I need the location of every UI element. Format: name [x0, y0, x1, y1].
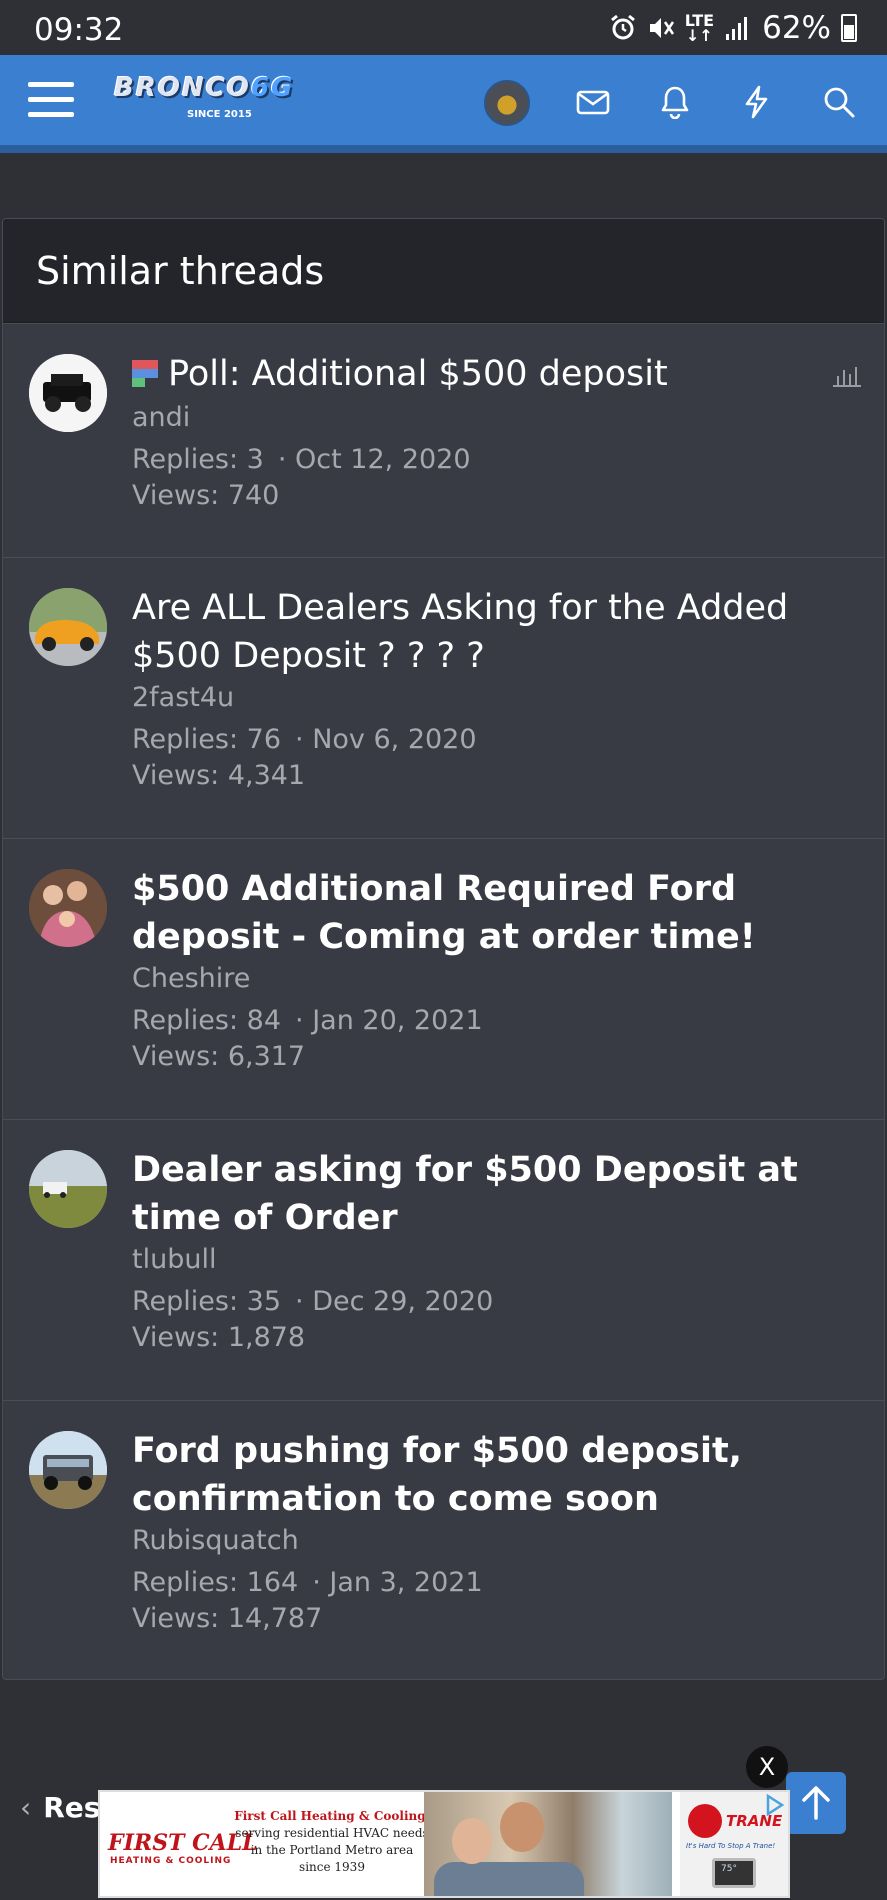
thread-date: Jan 20, 2021 [312, 1005, 483, 1036]
battery-icon [841, 14, 857, 42]
thread-views: Views: 6,317 [132, 1041, 306, 1072]
thread-item[interactable]: Ford pushing for $500 deposit, confirmat… [3, 1400, 884, 1679]
thread-title[interactable]: Are ALL Dealers Asking for the Added $50… [132, 584, 862, 680]
bolt-icon[interactable] [740, 85, 774, 119]
mute-vibrate-icon [649, 18, 674, 38]
scroll-to-top-button[interactable] [786, 1772, 846, 1834]
jeep-photo-icon [29, 354, 107, 432]
alarm-icon [610, 14, 635, 40]
chevron-left-icon: ‹ [20, 1791, 32, 1824]
thread-views: Views: 4,341 [132, 760, 306, 791]
logo-since: SINCE 2015 [187, 109, 252, 120]
thread-author-avatar[interactable] [29, 869, 107, 947]
thread-item[interactable]: $500 Additional Required Ford deposit - … [3, 838, 884, 1119]
thread-author-avatar[interactable] [29, 1150, 107, 1228]
thread-date: Oct 12, 2020 [295, 444, 471, 475]
ad-copy: First Call Heating & Cooling, serving re… [234, 1809, 430, 1874]
car-photo-icon [29, 588, 107, 666]
arrow-up-icon [802, 1786, 830, 1820]
status-bar: 09:32 LTE ↓↑ 62% [0, 0, 887, 55]
thread-replies: Replies: 84 [132, 1005, 282, 1036]
thread-meta: Replies: 84 · Jan 20, 2021 [132, 1005, 483, 1036]
ad-brand-sub: HEATING & COOLING [110, 1856, 232, 1866]
family-photo-icon [29, 869, 107, 947]
battery-percent: 62% [762, 10, 831, 46]
inbox-icon[interactable] [576, 85, 610, 119]
thread-date: Nov 6, 2020 [312, 724, 477, 755]
thread-meta: Replies: 164 · Jan 3, 2021 [132, 1567, 483, 1598]
search-icon[interactable] [822, 85, 856, 119]
thread-author[interactable]: andi [132, 402, 190, 433]
partner-tagline: It's Hard To Stop A Trane! [686, 1842, 776, 1850]
thread-author-avatar[interactable] [29, 1431, 107, 1509]
panel-header: Similar threads [3, 219, 884, 323]
site-header: BRONCO6G SINCE 2015 [0, 55, 887, 145]
thread-meta: Replies: 35 · Dec 29, 2020 [132, 1286, 494, 1317]
network-type: LTE ↓↑ [684, 11, 715, 45]
thread-author-avatar[interactable] [29, 588, 107, 666]
poll-prefix: Poll: [168, 354, 241, 394]
thread-title[interactable]: Ford pushing for $500 deposit, confirmat… [132, 1427, 862, 1523]
trane-logo-icon [688, 1804, 722, 1838]
thread-views: Views: 740 [132, 480, 280, 511]
thread-item[interactable]: Poll: Additional $500 deposit andi Repli… [3, 323, 884, 557]
bronco-photo-icon [29, 1431, 107, 1509]
ad-partner: TRANE It's Hard To Stop A Trane! 75° [680, 1792, 788, 1896]
thread-item[interactable]: Are ALL Dealers Asking for the Added $50… [3, 557, 884, 838]
thread-replies: Replies: 3 [132, 444, 264, 475]
thread-title[interactable]: Poll: Additional $500 deposit [132, 350, 862, 398]
thread-meta: Replies: 76 · Nov 6, 2020 [132, 724, 477, 755]
close-ad-button[interactable]: X [746, 1746, 788, 1788]
thread-replies: Replies: 164 [132, 1567, 299, 1598]
poll-flag-icon [132, 360, 158, 387]
ad-family-photo [424, 1792, 672, 1896]
signal-icon [726, 17, 748, 40]
bar-chart-icon [833, 367, 861, 387]
header-divider [0, 145, 887, 153]
thread-title-text: Additional $500 deposit [251, 354, 668, 394]
thread-author-avatar[interactable] [29, 354, 107, 432]
similar-threads-panel: Similar threads Poll: Additional $500 de… [2, 218, 885, 1680]
thread-author[interactable]: 2fast4u [132, 682, 234, 713]
thread-views: Views: 14,787 [132, 1603, 323, 1634]
back-link[interactable]: ‹ Res [20, 1791, 100, 1824]
thread-replies: Replies: 35 [132, 1286, 282, 1317]
thread-date: Dec 29, 2020 [312, 1286, 494, 1317]
adchoices-icon[interactable] [764, 1794, 786, 1816]
ad-banner[interactable]: FIRST CALL HEATING & COOLING First Call … [98, 1790, 790, 1898]
bell-icon[interactable] [658, 85, 692, 119]
logo-wordmark: BRONCO6G [114, 73, 295, 103]
thread-date: Jan 3, 2021 [329, 1567, 483, 1598]
thread-author[interactable]: Cheshire [132, 963, 250, 994]
site-logo[interactable]: BRONCO6G SINCE 2015 [114, 73, 316, 121]
thread-item[interactable]: Dealer asking for $500 Deposit at time o… [3, 1119, 884, 1400]
thread-title[interactable]: Dealer asking for $500 Deposit at time o… [132, 1146, 862, 1242]
user-avatar[interactable] [484, 80, 530, 126]
field-photo-icon [29, 1150, 107, 1228]
menu-icon[interactable] [28, 82, 76, 118]
status-icons: LTE ↓↑ 62% [609, 10, 857, 46]
thread-meta: Replies: 3 · Oct 12, 2020 [132, 444, 471, 475]
thread-replies: Replies: 76 [132, 724, 282, 755]
thermostat-icon: 75° [712, 1858, 756, 1888]
panel-title: Similar threads [36, 249, 325, 293]
thread-author[interactable]: Rubisquatch [132, 1525, 299, 1556]
status-time: 09:32 [34, 12, 124, 48]
thread-views: Views: 1,878 [132, 1322, 306, 1353]
thread-author[interactable]: tlubull [132, 1244, 216, 1275]
thread-title[interactable]: $500 Additional Required Ford deposit - … [132, 865, 862, 961]
